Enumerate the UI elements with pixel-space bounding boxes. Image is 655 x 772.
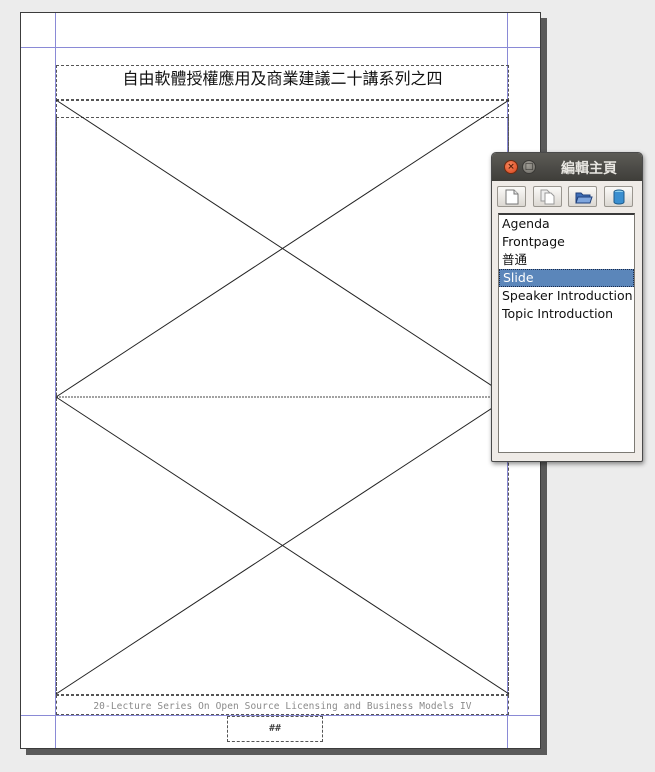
delete-master-button[interactable] xyxy=(604,186,633,207)
import-master-button[interactable] xyxy=(568,186,597,207)
master-list-item[interactable]: Agenda xyxy=(499,215,634,233)
dialog-titlebar[interactable]: × □ 編輯主頁 xyxy=(492,153,642,181)
new-page-icon xyxy=(505,189,519,205)
copy-page-icon xyxy=(540,189,555,205)
maximize-button[interactable]: □ xyxy=(522,160,536,174)
slide-footer: 20-Lecture Series On Open Source Licensi… xyxy=(93,701,472,712)
master-list-item[interactable]: Slide xyxy=(499,269,634,287)
page-number-field[interactable]: ## xyxy=(227,716,323,742)
copy-master-button[interactable] xyxy=(533,186,562,207)
master-list-item[interactable]: Frontpage xyxy=(499,233,634,251)
open-folder-icon xyxy=(575,192,593,204)
master-list-item[interactable]: 普通 xyxy=(499,251,634,269)
master-list-item[interactable]: Topic Introduction xyxy=(499,305,634,323)
delete-icon xyxy=(613,189,625,205)
master-list[interactable]: Agenda Frontpage 普通 Slide Speaker Introducti… xyxy=(498,213,635,453)
close-icon: × xyxy=(507,162,515,172)
master-page-canvas[interactable]: 自由軟體授權應用及商業建議二十講系列之四 20-Lecture Series O… xyxy=(20,12,541,749)
close-button[interactable]: × xyxy=(504,160,518,174)
object-placeholders[interactable] xyxy=(21,13,540,748)
edit-master-dialog[interactable]: × □ 編輯主頁 Agenda Frontpage 普通 Slide Speak… xyxy=(491,152,643,462)
new-master-button[interactable] xyxy=(497,186,526,207)
master-list-item[interactable]: Speaker Introduction xyxy=(499,287,634,305)
dialog-title: 編輯主頁 xyxy=(561,161,617,177)
maximize-icon: □ xyxy=(524,162,534,172)
